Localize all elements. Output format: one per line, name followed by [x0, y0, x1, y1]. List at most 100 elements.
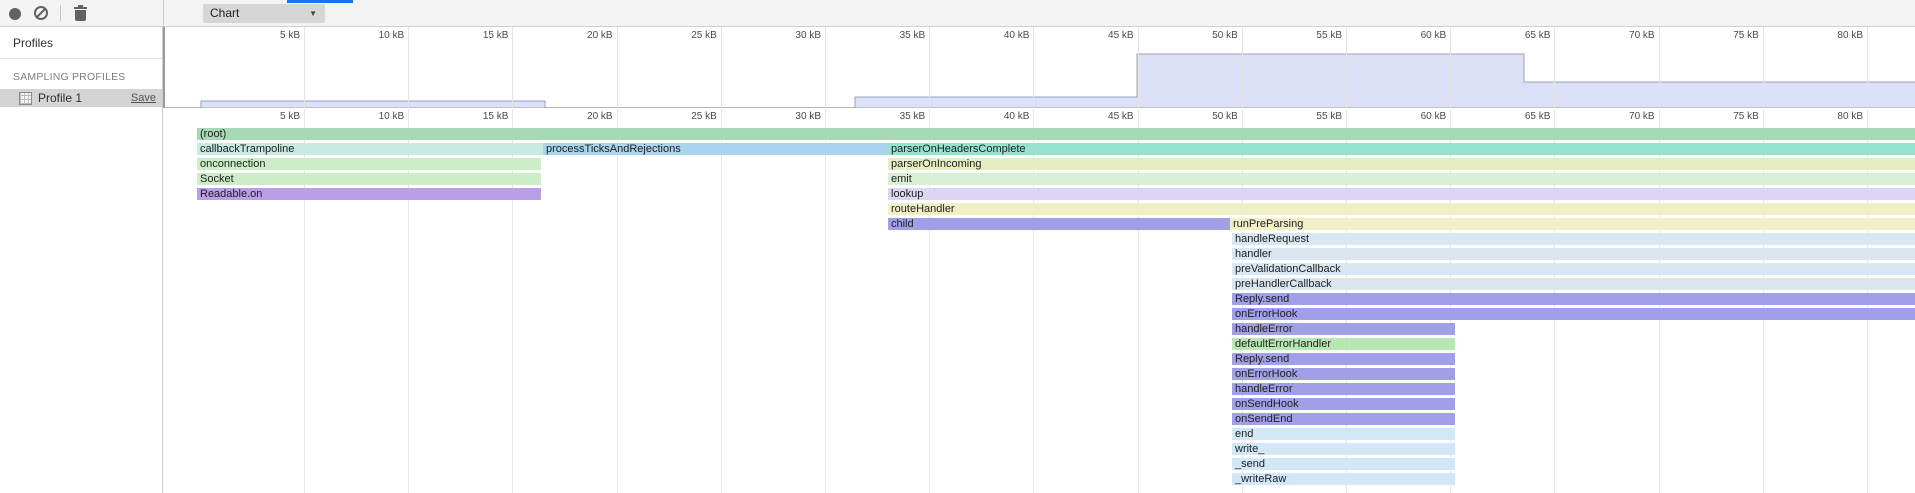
flame-bar[interactable]: runPreParsing [1230, 218, 1915, 230]
overview-gridline [825, 27, 826, 108]
flame-bar[interactable]: preHandlerCallback [1232, 278, 1915, 290]
flame-bar[interactable]: write_ [1232, 443, 1455, 455]
overview-gridline [1659, 27, 1660, 108]
overview-gridline [304, 27, 305, 108]
overview-gridline [617, 27, 618, 108]
sidebar-title: Profiles [0, 27, 162, 59]
ruler-tick-label: 35 kB [869, 111, 925, 122]
ruler-tick-label: 15 kB [452, 111, 508, 122]
ruler-tick-label: 5 kB [244, 111, 300, 122]
clear-profiles-icon[interactable] [34, 6, 48, 20]
ruler-tick-label: 50 kB [1182, 30, 1238, 41]
ruler-tick-label: 20 kB [557, 111, 613, 122]
flame-bar[interactable]: onErrorHook [1232, 308, 1915, 320]
profile-grid-icon [19, 92, 32, 105]
flame-bar[interactable]: onSendEnd [1232, 413, 1455, 425]
flame-bar[interactable]: onconnection [197, 158, 541, 170]
flame-bar[interactable]: lookup [888, 188, 1915, 200]
overview-gridline [408, 27, 409, 108]
profile-name: Profile 1 [38, 91, 131, 105]
ruler-tick-label: 75 kB [1703, 111, 1759, 122]
overview-gridline [1033, 27, 1034, 108]
overview-gridline [929, 27, 930, 108]
sampling-profiles-section-label: SAMPLING PROFILES [0, 59, 162, 89]
profiles-sidebar: Profiles SAMPLING PROFILES Profile 1 Sav… [0, 27, 163, 493]
flame-chart-area[interactable]: 5 kB 5 kB 10 kB 10 kB 15 kB 15 kB 20 kB 20 kB 25… [163, 27, 1915, 493]
ruler-tick-label: 30 kB [765, 30, 821, 41]
flame-bar[interactable]: onSendHook [1232, 398, 1455, 410]
save-profile-link[interactable]: Save [131, 92, 156, 104]
view-mode-value: Chart [210, 6, 239, 20]
flame-gridline [617, 109, 618, 493]
overview-gridline [1867, 27, 1868, 108]
ruler-tick-label: 45 kB [1078, 30, 1134, 41]
overview-gridline [1346, 27, 1347, 108]
flame-bar[interactable]: parserOnIncoming [888, 158, 1915, 170]
overview-gridline [1138, 27, 1139, 108]
flame-bar[interactable]: Reply.send [1232, 293, 1915, 305]
flame-bar[interactable]: Readable.on [197, 188, 541, 200]
toolbar-divider [163, 0, 164, 27]
ruler-tick-label: 10 kB [348, 30, 404, 41]
flame-bar[interactable]: (root) [197, 128, 1915, 140]
ruler-tick-label: 70 kB [1599, 111, 1655, 122]
delete-profile-button[interactable] [74, 6, 87, 21]
ruler-tick-label: 55 kB [1286, 30, 1342, 41]
overview-gridline [512, 27, 513, 108]
profile-item-selected[interactable]: Profile 1 Save [0, 89, 162, 107]
ruler-tick-label: 25 kB [661, 30, 717, 41]
ruler-tick-label: 55 kB [1286, 111, 1342, 122]
record-button[interactable] [9, 8, 21, 20]
overview-gridline [1554, 27, 1555, 108]
flame-bar[interactable]: handleError [1232, 323, 1455, 335]
ruler-tick-label: 50 kB [1182, 111, 1238, 122]
flame-bar[interactable]: onErrorHook [1232, 368, 1455, 380]
flame-bar[interactable]: callbackTrampoline [197, 143, 543, 155]
flame-bar[interactable]: handleError [1232, 383, 1455, 395]
flame-bar[interactable]: routeHandler [888, 203, 1915, 215]
flame-bar[interactable]: Socket [197, 173, 541, 185]
flame-bar[interactable]: child [888, 218, 1230, 230]
ruler-tick-label: 35 kB [869, 30, 925, 41]
profiler-toolbar: Chart ▼ [0, 0, 1915, 27]
chevron-down-icon: ▼ [309, 4, 317, 23]
flame-bar[interactable]: end [1232, 428, 1455, 440]
ruler-tick-label: 30 kB [765, 111, 821, 122]
flame-bar[interactable]: parserOnHeadersComplete [888, 143, 1915, 155]
ruler-tick-label: 60 kB [1390, 30, 1446, 41]
active-tab-indicator [287, 0, 353, 3]
ruler-tick-label: 40 kB [973, 30, 1029, 41]
ruler-tick-label: 65 kB [1494, 30, 1550, 41]
ruler-tick-label: 80 kB [1807, 111, 1863, 122]
flame-bar[interactable]: handler [1232, 248, 1915, 260]
ruler-tick-label: 70 kB [1599, 30, 1655, 41]
devtools-profiler-panel: Chart ▼ Profiles SAMPLING PROFILES Profi… [0, 0, 1915, 493]
overview-gridline [1242, 27, 1243, 108]
overview-gridline [1763, 27, 1764, 108]
flame-bar[interactable]: handleRequest [1232, 233, 1915, 245]
ruler-tick-label: 40 kB [973, 111, 1029, 122]
ruler-tick-label: 45 kB [1078, 111, 1134, 122]
flame-bar[interactable]: emit [888, 173, 1915, 185]
ruler-tick-label: 60 kB [1390, 111, 1446, 122]
ruler-tick-label: 20 kB [557, 30, 613, 41]
ruler-tick-label: 5 kB [244, 30, 300, 41]
flame-gridline [721, 109, 722, 493]
flame-bar[interactable]: Reply.send [1232, 353, 1455, 365]
ruler-tick-label: 25 kB [661, 111, 717, 122]
flame-gridline [825, 109, 826, 493]
flame-bar[interactable]: processTicksAndRejections [543, 143, 888, 155]
flame-bar[interactable]: _writeRaw [1232, 473, 1455, 485]
flame-bar[interactable]: defaultErrorHandler [1232, 338, 1455, 350]
flame-bar[interactable]: preValidationCallback [1232, 263, 1915, 275]
toolbar-separator [60, 5, 61, 21]
ruler-tick-label: 80 kB [1807, 30, 1863, 41]
ruler-tick-label: 10 kB [348, 111, 404, 122]
ruler-tick-label: 65 kB [1494, 111, 1550, 122]
flame-bar[interactable]: _send [1232, 458, 1455, 470]
ruler-tick-label: 75 kB [1703, 30, 1759, 41]
view-mode-select[interactable]: Chart ▼ [203, 4, 325, 23]
overview-gridline [1450, 27, 1451, 108]
overview-gridline [721, 27, 722, 108]
ruler-tick-label: 15 kB [452, 30, 508, 41]
